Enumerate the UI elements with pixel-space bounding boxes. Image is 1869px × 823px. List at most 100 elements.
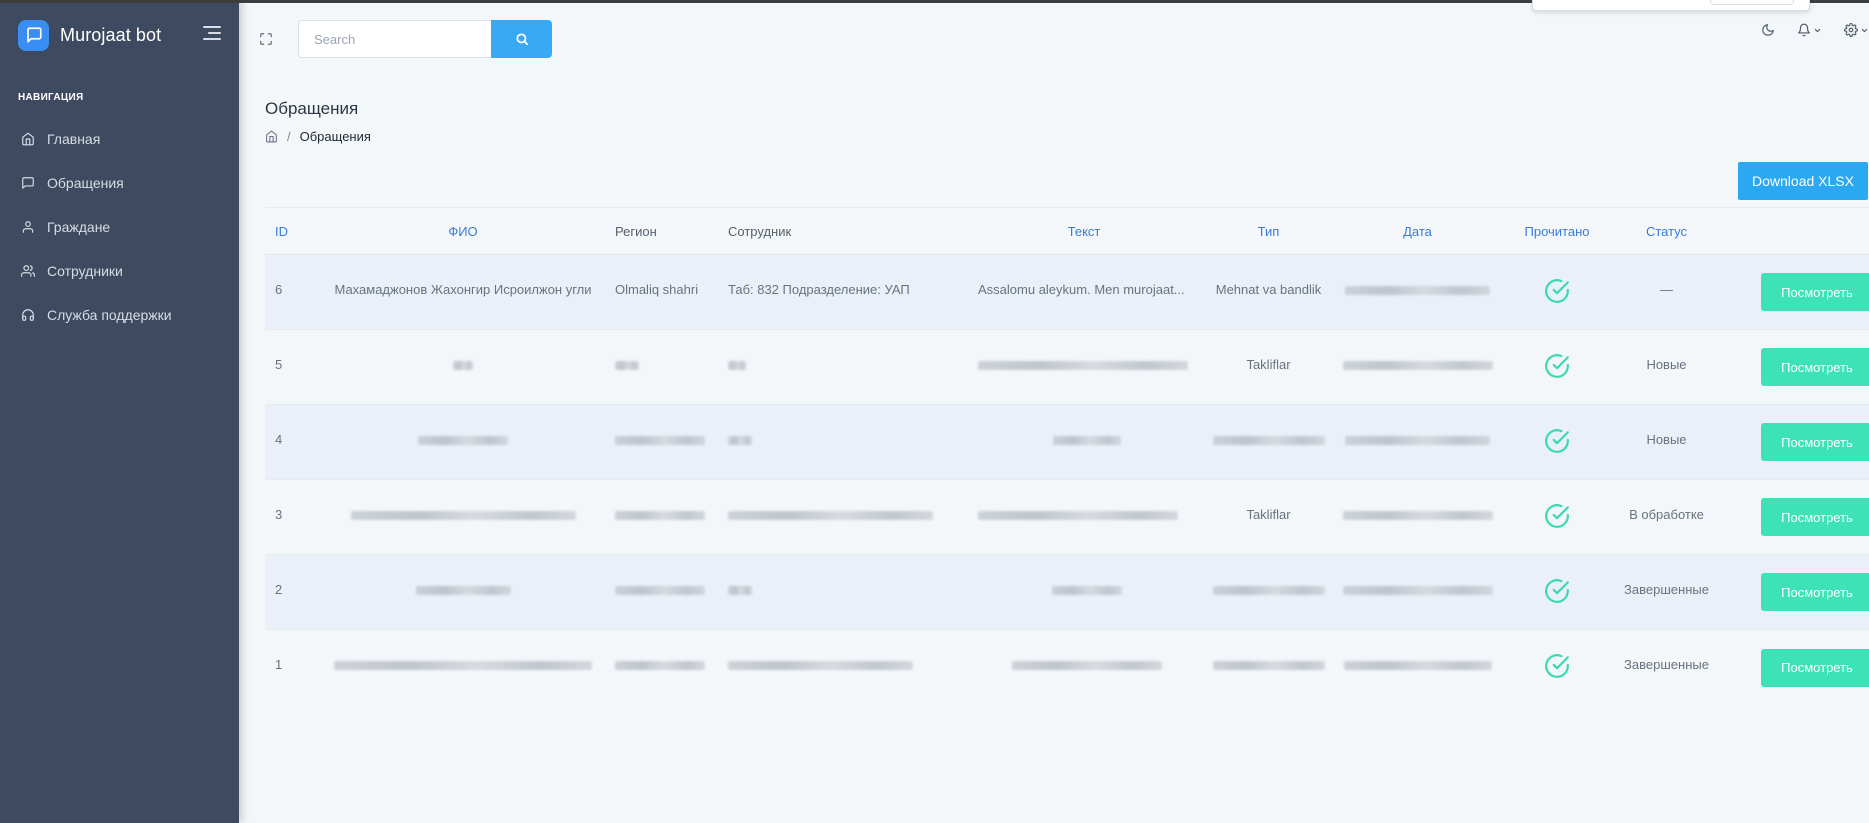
cell-employee-blurred xyxy=(726,405,972,447)
cell-actions: Посмотреть xyxy=(1719,573,1869,611)
column-header-date[interactable]: Дата xyxy=(1335,224,1500,239)
table-row: 5 Takliflar Новые Посмотреть xyxy=(265,330,1869,405)
table-row: 3 Takliflar В обработке Посмотреть xyxy=(265,480,1869,555)
cell-text-blurred xyxy=(972,405,1202,447)
cell-date-blurred xyxy=(1335,405,1500,447)
cell-date-blurred xyxy=(1335,630,1500,672)
sidebar-item-citizens[interactable]: Граждане xyxy=(0,205,239,249)
table-row: 1 Завершенные Посмотреть xyxy=(265,630,1869,705)
sidebar: Murojaat bot НАВИГАЦИЯ Главная Обращения… xyxy=(0,0,239,823)
cell-read xyxy=(1500,503,1614,532)
cell-status: Новые xyxy=(1646,432,1687,447)
cell-type: Takliflar xyxy=(1246,507,1291,522)
dropdown-panel-edge xyxy=(1532,0,1810,11)
headphones-icon xyxy=(22,309,34,321)
cell-read xyxy=(1500,578,1614,607)
chat-logo-icon xyxy=(18,19,49,51)
cell-read xyxy=(1500,428,1614,457)
cell-id: 3 xyxy=(275,507,283,522)
cell-type-blurred xyxy=(1202,555,1335,597)
cell-region-blurred xyxy=(613,480,726,522)
column-header-region: Регион xyxy=(615,223,657,239)
requests-table: ID ФИО Регион Сотрудник Текст Тип Дата П… xyxy=(265,207,1869,705)
cell-type: Takliflar xyxy=(1246,357,1291,372)
cell-region-blurred xyxy=(613,330,726,372)
cell-fio-blurred xyxy=(313,405,613,447)
column-header-fio[interactable]: ФИО xyxy=(313,224,613,239)
nav-heading: НАВИГАЦИЯ xyxy=(18,92,84,103)
column-header-id[interactable]: ID xyxy=(265,224,313,239)
user-icon xyxy=(22,221,34,233)
cell-date-blurred xyxy=(1335,255,1500,297)
menu-toggle-icon[interactable] xyxy=(203,26,221,40)
view-button[interactable]: Посмотреть xyxy=(1761,498,1869,536)
cell-type: Mehnat va bandlik xyxy=(1215,282,1322,297)
sidebar-item-requests[interactable]: Обращения xyxy=(0,161,239,205)
check-circle-icon xyxy=(1545,353,1569,378)
cell-employee-blurred xyxy=(726,630,972,672)
cell-region-blurred xyxy=(613,405,726,447)
cell-employee-blurred xyxy=(726,480,972,522)
check-circle-icon xyxy=(1545,654,1569,678)
sidebar-item-employees[interactable]: Сотрудники xyxy=(0,249,239,293)
home-icon xyxy=(22,132,34,146)
cell-read xyxy=(1500,653,1614,682)
sidebar-item-label: Сотрудники xyxy=(47,263,123,279)
cell-fio: Махамаджонов Жахонгир Исроилжон угли xyxy=(334,282,592,297)
cell-fio-blurred xyxy=(313,555,613,597)
column-header-read[interactable]: Прочитано xyxy=(1500,224,1614,239)
cell-id: 6 xyxy=(275,282,283,297)
table-header: ID ФИО Регион Сотрудник Текст Тип Дата П… xyxy=(265,207,1869,255)
column-header-status[interactable]: Статус xyxy=(1614,224,1719,239)
cell-id: 4 xyxy=(275,432,283,447)
column-header-text[interactable]: Текст xyxy=(972,224,1202,239)
main-content: Обращения / Обращения Download XLSX ID Ф… xyxy=(265,0,1869,823)
sidebar-item-home[interactable]: Главная xyxy=(0,117,239,161)
cell-actions: Посмотреть xyxy=(1719,348,1869,386)
cell-type-blurred xyxy=(1202,630,1335,672)
cell-status: В обработке xyxy=(1629,507,1704,522)
table-row: 6 Махамаджонов Жахонгир Исроилжон угли O… xyxy=(265,255,1869,330)
cell-employee-blurred xyxy=(726,330,972,372)
cell-date-blurred xyxy=(1335,480,1500,522)
cell-fio-blurred xyxy=(313,330,613,372)
cell-date-blurred xyxy=(1335,555,1500,597)
view-button[interactable]: Посмотреть xyxy=(1761,648,1869,687)
cell-fio-blurred xyxy=(313,480,613,522)
sidebar-item-label: Служба поддержки xyxy=(47,307,172,323)
page-title: Обращения xyxy=(265,99,359,118)
download-xlsx-button[interactable]: Download XLSX xyxy=(1738,162,1868,200)
view-button[interactable]: Посмотреть xyxy=(1761,573,1869,611)
brand: Murojaat bot xyxy=(0,0,239,70)
cell-actions: Посмотреть xyxy=(1719,273,1869,311)
cell-id: 5 xyxy=(275,357,283,372)
cell-status: Завершенные xyxy=(1624,657,1709,672)
cell-status: Новые xyxy=(1646,357,1687,372)
sidebar-nav: Главная Обращения Граждане Сотрудники Сл… xyxy=(0,117,239,337)
cell-region-blurred xyxy=(613,630,726,672)
cell-actions: Посмотреть xyxy=(1719,498,1869,536)
cell-read xyxy=(1500,278,1614,307)
sidebar-item-label: Обращения xyxy=(47,175,124,191)
cell-fio-blurred xyxy=(313,630,613,672)
cell-region: Olmaliq shahri xyxy=(615,282,699,297)
cell-status: — xyxy=(1660,282,1673,297)
sidebar-item-label: Главная xyxy=(47,131,101,147)
view-button[interactable]: Посмотреть xyxy=(1761,348,1869,386)
cell-type-blurred xyxy=(1202,405,1335,447)
cell-actions: Посмотреть xyxy=(1719,648,1869,687)
cell-read xyxy=(1500,353,1614,382)
breadcrumb-separator: / xyxy=(287,129,291,144)
sidebar-item-support[interactable]: Служба поддержки xyxy=(0,293,239,337)
view-button[interactable]: Посмотреть xyxy=(1761,273,1869,311)
home-icon[interactable] xyxy=(265,130,278,143)
cell-text-blurred xyxy=(972,555,1202,597)
column-header-type[interactable]: Тип xyxy=(1202,224,1335,239)
sidebar-item-label: Граждане xyxy=(47,219,111,235)
cell-employee: Таб: 832 Подразделение: УАП xyxy=(728,282,910,297)
cell-id: 2 xyxy=(275,582,283,597)
view-button[interactable]: Посмотреть xyxy=(1761,423,1869,461)
cell-id: 1 xyxy=(275,657,283,672)
brand-name: Murojaat bot xyxy=(60,24,162,45)
cell-status: Завершенные xyxy=(1624,582,1709,597)
